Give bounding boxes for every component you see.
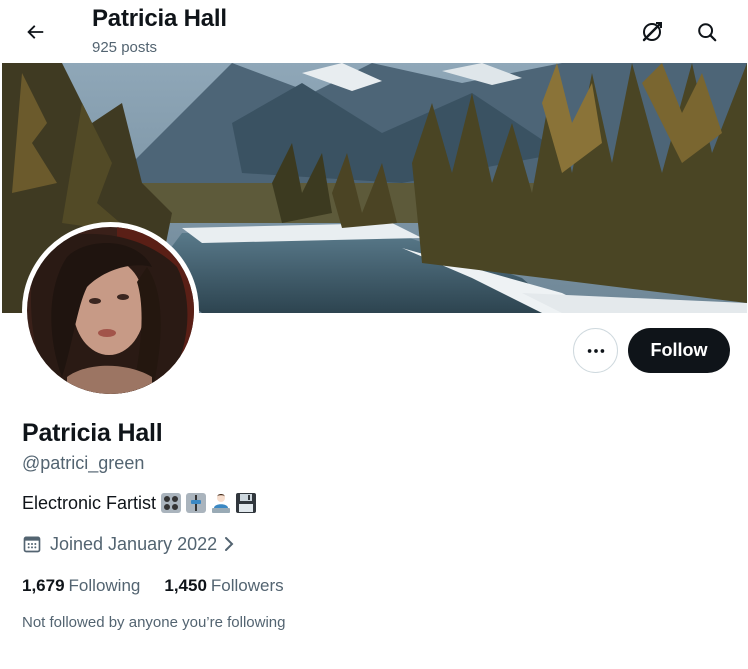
grok-icon [642, 22, 662, 42]
back-button[interactable] [15, 12, 55, 52]
header-title: Patricia Hall [92, 5, 227, 32]
search-icon [698, 23, 717, 42]
profile-header: Patricia Hall 925 posts [0, 0, 748, 63]
joined-label: Joined January 2022 [50, 534, 218, 554]
following-label: Following [68, 576, 141, 595]
grok-button[interactable] [632, 12, 672, 52]
profile-handle: @patrici_green [22, 453, 145, 473]
following-count: 1,679 [22, 576, 65, 595]
more-horizontal-icon [587, 348, 604, 353]
following-link[interactable]: 1,679 Following [22, 575, 140, 597]
follow-button[interactable]: Follow [628, 328, 730, 373]
more-button[interactable] [573, 328, 618, 373]
bio-text: Electronic Fartist [22, 493, 157, 513]
post-count: 925 posts [92, 39, 158, 56]
search-button[interactable] [687, 12, 727, 52]
technologist-emoji [210, 492, 232, 514]
profile-avatar[interactable] [22, 222, 199, 399]
avatar-image [27, 227, 194, 394]
floppy-disk-emoji [235, 492, 257, 514]
follow-stats: 1,679 Following 1,450 Followers [22, 575, 308, 597]
followers-link[interactable]: 1,450 Followers [164, 575, 283, 597]
calendar-icon [23, 536, 41, 553]
profile-name: Patricia Hall [22, 419, 163, 447]
arrow-left-icon [27, 25, 44, 39]
followers-label: Followers [210, 576, 284, 595]
chevron-right-icon [225, 537, 234, 551]
joined-date[interactable]: Joined January 2022 [22, 533, 237, 555]
profile-bio: Electronic Fartist [22, 491, 260, 515]
header-title-block: Patricia Hall 925 posts [92, 5, 227, 57]
control-knobs-emoji [160, 492, 182, 514]
not-followed-note: Not followed by anyone you’re following [22, 614, 286, 631]
level-slider-emoji [185, 492, 207, 514]
followers-count: 1,450 [164, 576, 207, 595]
